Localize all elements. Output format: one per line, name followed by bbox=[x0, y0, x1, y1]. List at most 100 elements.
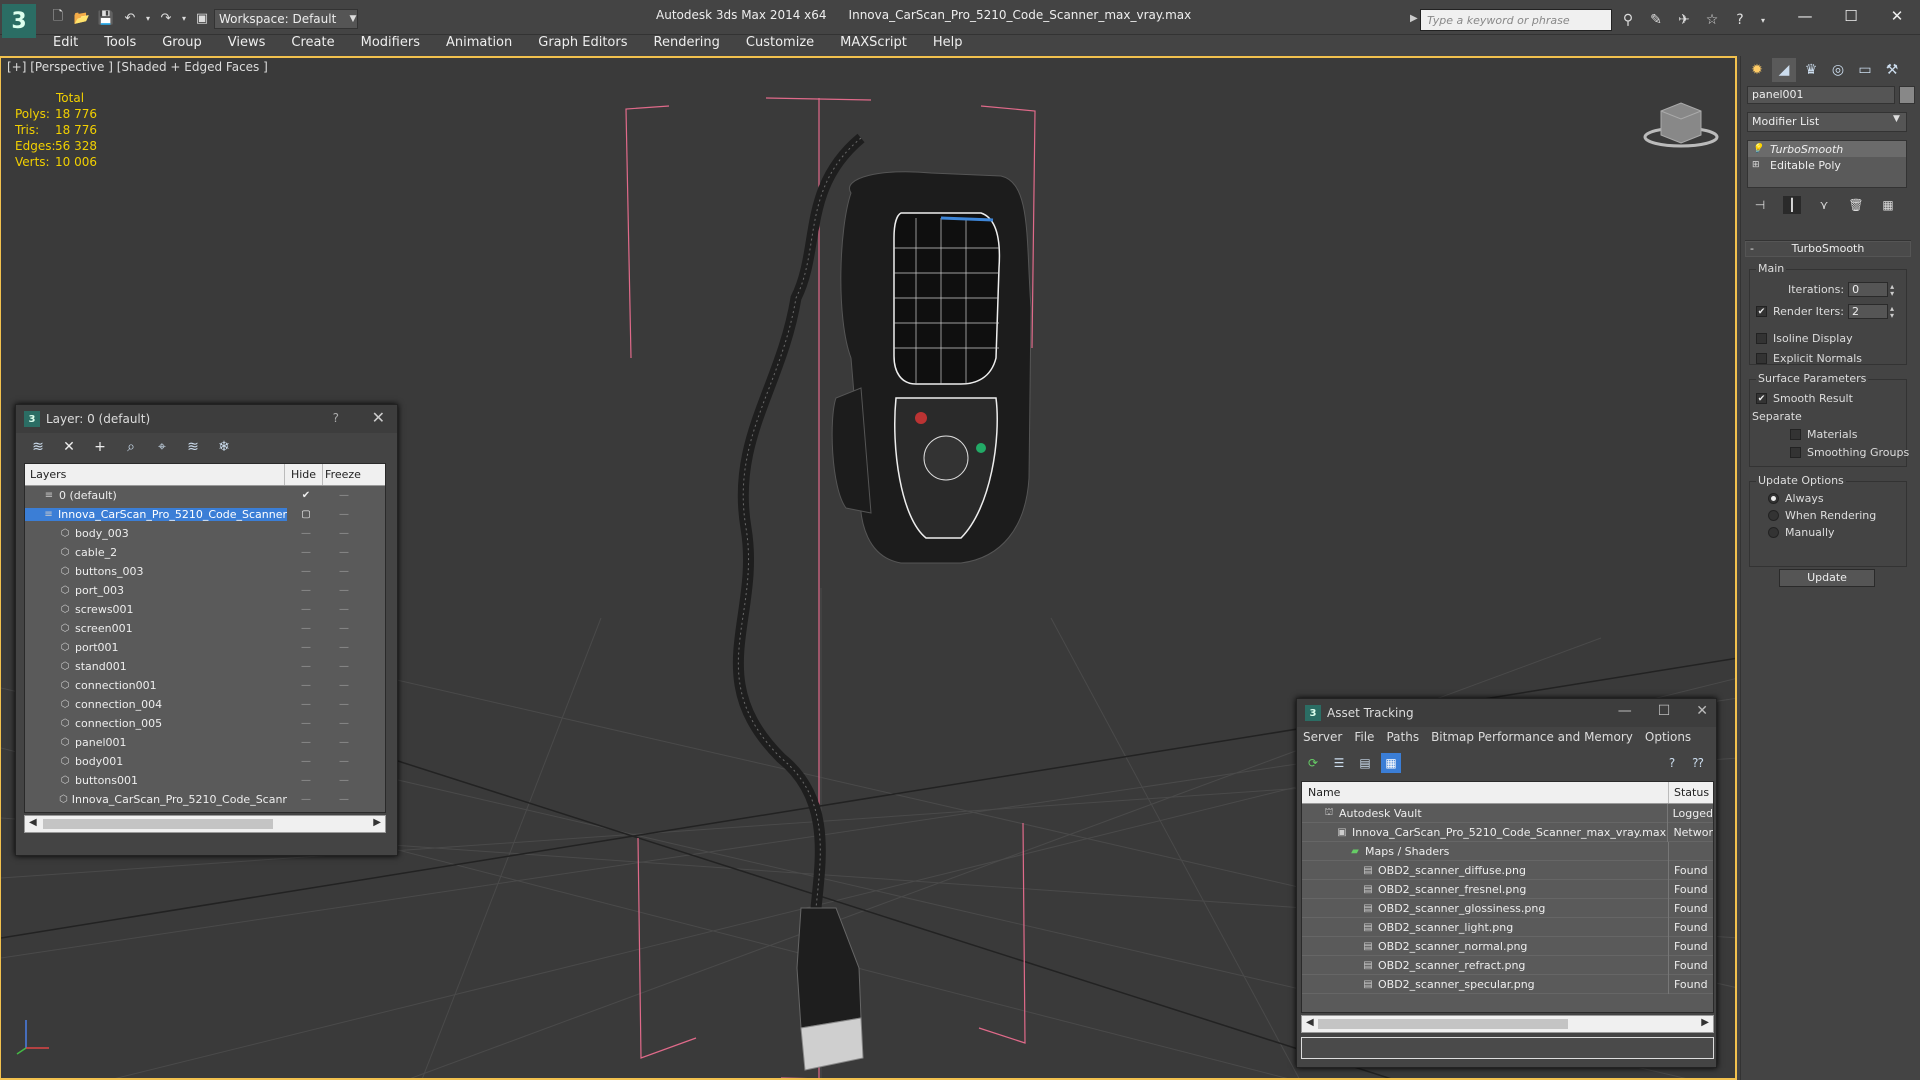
hide-toggle[interactable]: — bbox=[287, 661, 325, 672]
horizontal-scrollbar[interactable]: ◀ ▶ bbox=[24, 815, 386, 833]
refresh-icon[interactable]: ⟳ bbox=[1303, 753, 1323, 773]
col-status[interactable]: Status bbox=[1669, 782, 1709, 803]
redo-dropdown-icon[interactable]: ▾ bbox=[180, 8, 188, 28]
rollout-header[interactable]: - TurboSmooth bbox=[1745, 241, 1911, 257]
layer-row-name-cell[interactable]: ⬡ buttons_003 bbox=[25, 565, 287, 578]
scroll-thumb[interactable] bbox=[43, 819, 273, 829]
freeze-toggle[interactable]: — bbox=[325, 737, 363, 748]
motion-tab-icon[interactable]: ◎ bbox=[1826, 58, 1850, 82]
asset-menu-file[interactable]: File bbox=[1354, 727, 1374, 749]
modify-tab-icon[interactable]: ◢ bbox=[1772, 58, 1796, 82]
hierarchy-tab-icon[interactable]: ♛ bbox=[1799, 58, 1823, 82]
update-button[interactable]: Update bbox=[1779, 569, 1875, 587]
hide-toggle[interactable]: — bbox=[287, 585, 325, 596]
asset-row[interactable]: ▤ OBD2_scanner_normal.png Found bbox=[1302, 936, 1713, 956]
freeze-toggle[interactable]: — bbox=[325, 794, 363, 805]
menu-animation[interactable]: Animation bbox=[433, 35, 525, 55]
help-icon[interactable]: ? bbox=[1730, 10, 1750, 30]
hide-all-layers-icon[interactable]: ≋ bbox=[183, 437, 203, 457]
maximize-icon[interactable]: ☐ bbox=[1658, 703, 1671, 719]
layer-row[interactable]: ≡ Innova_CarScan_Pro_5210_Code_Scanner ▢ — bbox=[25, 505, 385, 524]
freeze-toggle[interactable]: — bbox=[325, 718, 363, 729]
object-name-input[interactable]: panel001 bbox=[1747, 86, 1895, 104]
layer-row[interactable]: ⬡ buttons001 — — bbox=[25, 771, 385, 790]
layer-row-name-cell[interactable]: ≡ Innova_CarScan_Pro_5210_Code_Scanner bbox=[25, 508, 287, 521]
menu-customize[interactable]: Customize bbox=[733, 35, 827, 55]
viewport-label[interactable]: [+] [Perspective ] [Shaded + Edged Faces… bbox=[7, 60, 268, 74]
asset-row[interactable]: ▰ Maps / Shaders bbox=[1302, 841, 1713, 861]
hide-toggle[interactable]: — bbox=[287, 737, 325, 748]
layer-row[interactable]: ⬡ Innova_CarScan_Pro_5210_Code_Scanner — — bbox=[25, 790, 385, 809]
layer-row[interactable]: ⬡ panel001 — — bbox=[25, 733, 385, 752]
subscription-icon[interactable]: ✎ bbox=[1646, 10, 1666, 30]
col-layers[interactable]: Layers bbox=[25, 464, 285, 485]
asset-row[interactable]: ▤ OBD2_scanner_light.png Found bbox=[1302, 917, 1713, 937]
layer-row-name-cell[interactable]: ⬡ panel001 bbox=[25, 736, 287, 749]
freeze-toggle[interactable]: — bbox=[325, 509, 363, 520]
layer-row-name-cell[interactable]: ⬡ stand001 bbox=[25, 660, 287, 673]
render-iters-checkbox[interactable]: ✔ bbox=[1756, 306, 1767, 317]
layer-row-name-cell[interactable]: ⬡ cable_2 bbox=[25, 546, 287, 559]
scroll-right-icon[interactable]: ▶ bbox=[1701, 1017, 1709, 1028]
asset-row[interactable]: ▤ OBD2_scanner_refract.png Found bbox=[1302, 955, 1713, 975]
asset-row[interactable]: ▤ OBD2_scanner_diffuse.png Found bbox=[1302, 860, 1713, 880]
table-view-icon[interactable]: ▦ bbox=[1381, 753, 1401, 773]
open-file-icon[interactable]: 📂 bbox=[72, 8, 92, 28]
always-radio[interactable] bbox=[1768, 493, 1779, 504]
modifier-stack-item[interactable]: 💡 TurboSmooth bbox=[1748, 141, 1906, 157]
asset-menu-options[interactable]: Options bbox=[1645, 727, 1691, 749]
thumbnail-view-icon[interactable]: ▤ bbox=[1355, 753, 1375, 773]
layer-row-name-cell[interactable]: ⬡ connection_005 bbox=[25, 717, 287, 730]
layer-row-name-cell[interactable]: ⬡ buttons001 bbox=[25, 774, 287, 787]
layer-row[interactable]: ⬡ port_003 — — bbox=[25, 581, 385, 600]
asset-menu-server[interactable]: Server bbox=[1303, 727, 1342, 749]
asset-name-cell[interactable]: ▰ Maps / Shaders bbox=[1302, 841, 1669, 861]
hide-toggle[interactable]: — bbox=[287, 547, 325, 558]
smooth-result-checkbox[interactable]: ✔ bbox=[1756, 393, 1767, 404]
maximize-icon[interactable]: ☐ bbox=[1828, 0, 1874, 32]
create-tab-icon[interactable]: ✹ bbox=[1745, 58, 1769, 82]
menu-maxscript[interactable]: MAXScript bbox=[827, 35, 920, 55]
manually-radio[interactable] bbox=[1768, 527, 1779, 538]
hide-toggle[interactable]: — bbox=[287, 718, 325, 729]
layer-row[interactable]: ⬡ screen001 — — bbox=[25, 619, 385, 638]
freeze-toggle[interactable]: — bbox=[325, 661, 363, 672]
asset-menu-paths[interactable]: Paths bbox=[1386, 727, 1419, 749]
freeze-toggle[interactable]: — bbox=[325, 680, 363, 691]
asset-name-cell[interactable]: ▤ OBD2_scanner_glossiness.png bbox=[1302, 898, 1669, 918]
freeze-toggle[interactable]: — bbox=[325, 775, 363, 786]
asset-name-cell[interactable]: ⛫ Autodesk Vault bbox=[1302, 803, 1668, 823]
asset-name-cell[interactable]: ▣ Innova_CarScan_Pro_5210_Code_Scanner_ma… bbox=[1302, 822, 1669, 842]
layer-row[interactable]: ⬡ port001 — — bbox=[25, 638, 385, 657]
layer-row[interactable]: ⬡ screws001 — — bbox=[25, 600, 385, 619]
freeze-toggle[interactable]: — bbox=[325, 604, 363, 615]
minimize-icon[interactable]: — bbox=[1618, 703, 1632, 719]
asset-row[interactable]: ▣ Innova_CarScan_Pro_5210_Code_Scanner_ma… bbox=[1302, 822, 1713, 842]
menu-modifiers[interactable]: Modifiers bbox=[348, 35, 433, 55]
layer-row[interactable]: ≡ 0 (default) ✔ — bbox=[25, 486, 385, 505]
save-file-icon[interactable]: 💾 bbox=[96, 8, 116, 28]
scroll-right-icon[interactable]: ▶ bbox=[373, 817, 381, 828]
close-icon[interactable]: ✕ bbox=[1874, 0, 1920, 32]
hide-toggle[interactable]: — bbox=[287, 680, 325, 691]
hide-toggle[interactable]: — bbox=[287, 642, 325, 653]
redo-icon[interactable]: ↷ bbox=[156, 8, 176, 28]
scroll-left-icon[interactable]: ◀ bbox=[1306, 1017, 1314, 1028]
expand-plus-icon[interactable]: ⊞ bbox=[1752, 160, 1762, 170]
hide-toggle[interactable]: ▢ bbox=[287, 509, 325, 520]
asset-row[interactable]: ⛫ Autodesk Vault Logged bbox=[1302, 803, 1713, 823]
chevron-down-icon[interactable]: ▼ bbox=[1893, 114, 1900, 124]
asset-name-cell[interactable]: ▤ OBD2_scanner_diffuse.png bbox=[1302, 860, 1669, 880]
menu-edit[interactable]: Edit bbox=[40, 35, 91, 55]
layer-row[interactable]: ⬡ buttons_003 — — bbox=[25, 562, 385, 581]
freeze-toggle[interactable]: — bbox=[325, 585, 363, 596]
search-expand-icon[interactable]: ▶ bbox=[1410, 13, 1418, 24]
hide-toggle[interactable]: — bbox=[287, 623, 325, 634]
asset-path-field[interactable] bbox=[1301, 1037, 1714, 1059]
layer-dialog-titlebar[interactable]: 3 Layer: 0 (default) ? ✕ bbox=[16, 405, 397, 433]
help-icon[interactable]: ? bbox=[333, 411, 339, 425]
close-icon[interactable]: ✕ bbox=[1696, 703, 1708, 719]
undo-icon[interactable]: ↶ bbox=[120, 8, 140, 28]
menu-views[interactable]: Views bbox=[215, 35, 279, 55]
freeze-toggle[interactable]: — bbox=[325, 528, 363, 539]
